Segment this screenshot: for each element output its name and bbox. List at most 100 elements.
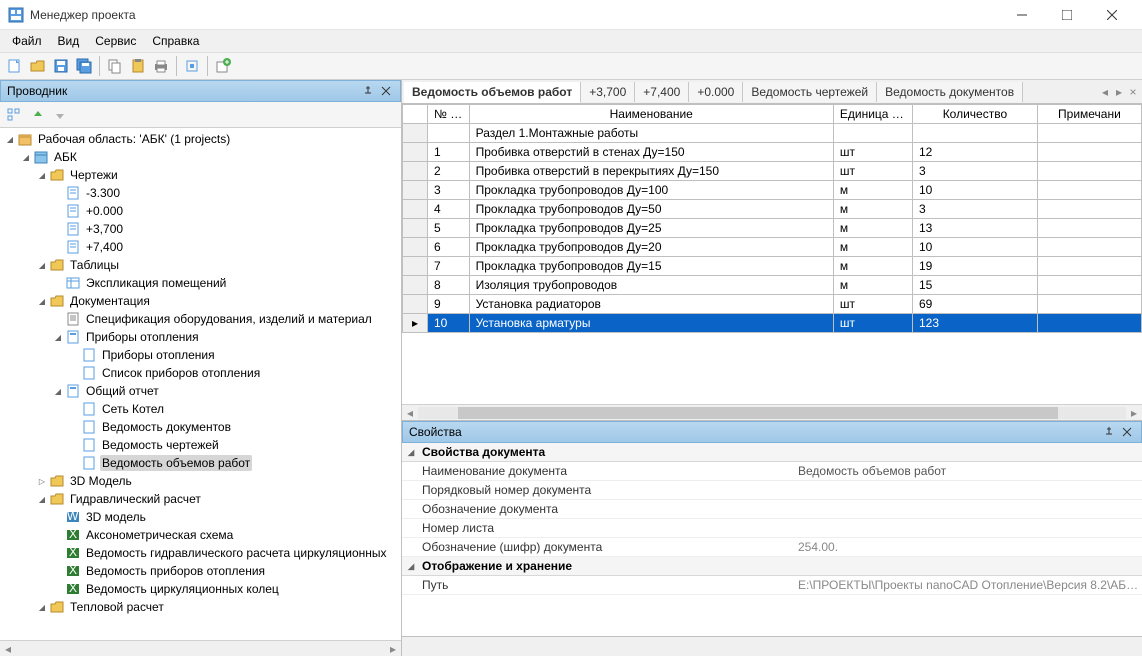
- table-cell[interactable]: 8: [427, 276, 469, 295]
- menu-help[interactable]: Справка: [144, 32, 207, 50]
- table-cell[interactable]: Пробивка отверстий в перекрытиях Ду=150: [469, 162, 833, 181]
- properties-body[interactable]: ◢Свойства документа Наименование докумен…: [402, 443, 1142, 636]
- scroll-right-icon[interactable]: ▸: [1126, 406, 1142, 420]
- table-row[interactable]: 9Установка радиаторовшт69: [403, 295, 1142, 314]
- table-cell[interactable]: шт: [833, 314, 912, 333]
- chevron-down-icon[interactable]: ◢: [36, 169, 48, 181]
- maximize-button[interactable]: [1044, 0, 1089, 30]
- table-cell[interactable]: шт: [833, 295, 912, 314]
- close-icon[interactable]: [378, 83, 394, 99]
- property-row[interactable]: Обозначение документа: [402, 500, 1142, 519]
- table-cell[interactable]: 4: [427, 200, 469, 219]
- grid-body[interactable]: № п/п Наименование Единица измерения Кол…: [402, 104, 1142, 404]
- explorer-hscroll[interactable]: ◂ ▸: [0, 640, 401, 656]
- tab[interactable]: Ведомость документов: [877, 82, 1023, 102]
- toolbar-open[interactable]: [27, 55, 49, 77]
- tab-active[interactable]: Ведомость объемов работ: [404, 82, 581, 103]
- scroll-left-icon[interactable]: ◂: [402, 406, 418, 420]
- grid-col-header[interactable]: Количество: [912, 105, 1037, 124]
- table-cell[interactable]: 3: [427, 181, 469, 200]
- chevron-down-icon[interactable]: ◢: [36, 601, 48, 613]
- table-cell[interactable]: [1037, 276, 1141, 295]
- grid-col-header[interactable]: Единица измерения: [833, 105, 912, 124]
- toolbar-copy[interactable]: [104, 55, 126, 77]
- toolbar-paste[interactable]: [127, 55, 149, 77]
- toolbar-add[interactable]: [212, 55, 234, 77]
- table-cell[interactable]: Прокладка трубопроводов Ду=25: [469, 219, 833, 238]
- tab-nav-right-icon[interactable]: ▸: [1112, 85, 1126, 99]
- pin-icon[interactable]: [360, 83, 376, 99]
- toolbar-settings[interactable]: [181, 55, 203, 77]
- toolbar-new[interactable]: [4, 55, 26, 77]
- table-cell[interactable]: [1037, 295, 1141, 314]
- tree-report-item[interactable]: Ведомость чертежей: [4, 436, 401, 454]
- chevron-right-icon[interactable]: ▷: [36, 475, 48, 487]
- table-cell[interactable]: 13: [912, 219, 1037, 238]
- table-cell[interactable]: [1037, 124, 1141, 143]
- table-cell[interactable]: [1037, 257, 1141, 276]
- tree-table-item[interactable]: Экспликация помещений: [4, 274, 401, 292]
- table-cell[interactable]: м: [833, 276, 912, 295]
- table-row[interactable]: 2Пробивка отверстий в перекрытиях Ду=150…: [403, 162, 1142, 181]
- explorer-tb-down[interactable]: [50, 105, 70, 125]
- tree-general-report[interactable]: ◢ Общий отчет: [4, 382, 401, 400]
- row-header[interactable]: [403, 181, 428, 200]
- close-icon[interactable]: [1119, 424, 1135, 440]
- property-row[interactable]: Наименование документаВедомость объемов …: [402, 462, 1142, 481]
- tab-nav-left-icon[interactable]: ◂: [1098, 85, 1112, 99]
- tree-thermal[interactable]: ◢ Тепловой расчет: [4, 598, 401, 616]
- menu-service[interactable]: Сервис: [87, 32, 144, 50]
- table-row[interactable]: 3Прокладка трубопроводов Ду=100м10: [403, 181, 1142, 200]
- tab[interactable]: +7,400: [635, 82, 689, 102]
- table-cell[interactable]: м: [833, 238, 912, 257]
- chevron-down-icon[interactable]: ◢: [36, 295, 48, 307]
- row-header[interactable]: [403, 143, 428, 162]
- close-button[interactable]: [1089, 0, 1134, 30]
- table-cell[interactable]: Раздел 1.Монтажные работы: [469, 124, 833, 143]
- table-row[interactable]: 8Изоляция трубопроводовм15: [403, 276, 1142, 295]
- grid-hscroll[interactable]: ◂ ▸: [402, 404, 1142, 420]
- table-cell[interactable]: [1037, 143, 1141, 162]
- chevron-down-icon[interactable]: ◢: [52, 331, 64, 343]
- chevron-down-icon[interactable]: ◢: [36, 259, 48, 271]
- table-cell[interactable]: Прокладка трубопроводов Ду=20: [469, 238, 833, 257]
- tree-documentation[interactable]: ◢ Документация: [4, 292, 401, 310]
- chevron-down-icon[interactable]: ◢: [408, 448, 418, 457]
- tree-hydr-item[interactable]: XВедомость циркуляционных колец: [4, 580, 401, 598]
- row-header[interactable]: [403, 200, 428, 219]
- table-row[interactable]: Раздел 1.Монтажные работы: [403, 124, 1142, 143]
- table-cell[interactable]: 10: [912, 181, 1037, 200]
- row-header[interactable]: ▸: [403, 314, 428, 333]
- property-section[interactable]: ◢Отображение и хранение: [402, 557, 1142, 576]
- explorer-tb-tree[interactable]: [4, 105, 24, 125]
- tree-project[interactable]: ◢ АБК: [4, 148, 401, 166]
- tree-hydr-item[interactable]: DWG3D модель: [4, 508, 401, 526]
- table-cell[interactable]: [1037, 200, 1141, 219]
- table-cell[interactable]: 10: [427, 314, 469, 333]
- table-row[interactable]: 4Прокладка трубопроводов Ду=50м3: [403, 200, 1142, 219]
- tree-hydr-item[interactable]: XВедомость гидравлического расчета цирку…: [4, 544, 401, 562]
- explorer-tree[interactable]: ◢ Рабочая область: 'АБК' (1 projects) ◢ …: [0, 128, 401, 640]
- property-row[interactable]: Обозначение (шифр) документа254.00.: [402, 538, 1142, 557]
- tab[interactable]: Ведомость чертежей: [743, 82, 877, 102]
- table-cell[interactable]: шт: [833, 162, 912, 181]
- table-row[interactable]: 7Прокладка трубопроводов Ду=15м19: [403, 257, 1142, 276]
- property-section[interactable]: ◢Свойства документа: [402, 443, 1142, 462]
- toolbar-print[interactable]: [150, 55, 172, 77]
- table-cell[interactable]: 9: [427, 295, 469, 314]
- pin-icon[interactable]: [1101, 424, 1117, 440]
- row-header[interactable]: [403, 162, 428, 181]
- table-cell[interactable]: 10: [912, 238, 1037, 257]
- table-cell[interactable]: Прокладка трубопроводов Ду=50: [469, 200, 833, 219]
- table-cell[interactable]: [1037, 181, 1141, 200]
- table-cell[interactable]: [1037, 162, 1141, 181]
- table-cell[interactable]: 7: [427, 257, 469, 276]
- chevron-down-icon[interactable]: ◢: [36, 493, 48, 505]
- menu-view[interactable]: Вид: [50, 32, 88, 50]
- row-header[interactable]: [403, 238, 428, 257]
- table-cell[interactable]: [833, 124, 912, 143]
- toolbar-save[interactable]: [50, 55, 72, 77]
- tree-3d-model[interactable]: ▷ 3D Модель: [4, 472, 401, 490]
- table-cell[interactable]: [912, 124, 1037, 143]
- tree-hydraulic[interactable]: ◢ Гидравлический расчет: [4, 490, 401, 508]
